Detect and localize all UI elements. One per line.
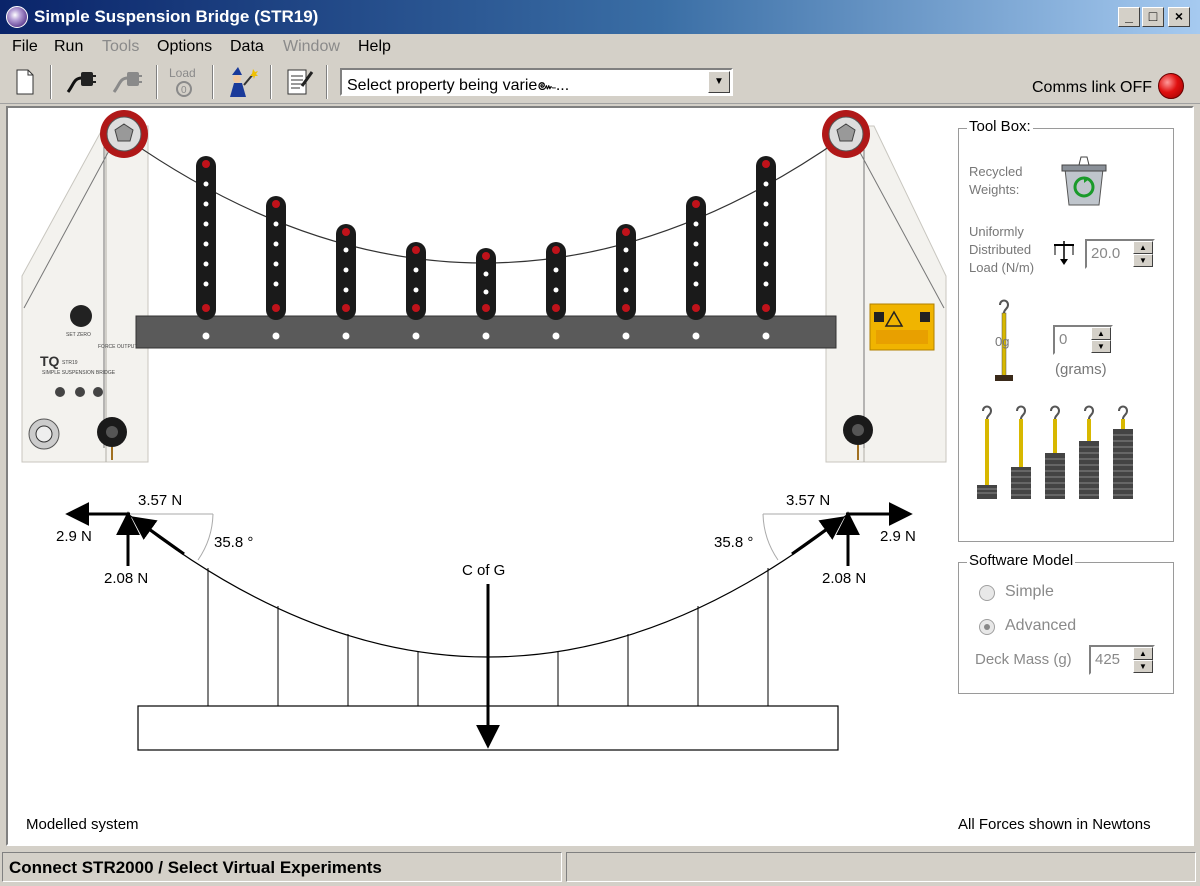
close-button[interactable]: × <box>1168 7 1190 27</box>
deck-mass-up-button[interactable]: ▲ <box>1133 647 1153 660</box>
connect-button[interactable] <box>64 65 98 99</box>
model-name-label: SIMPLE SUSPENSION BRIDGE <box>42 370 116 376</box>
left-horizontal-label: 2.9 N <box>56 528 92 545</box>
menu-bar: File Run Tools Options Data Window Help <box>0 34 1200 60</box>
toolbar-separator <box>270 65 272 99</box>
menu-run[interactable]: Run <box>54 38 83 56</box>
free-body-diagram <box>65 502 913 751</box>
wizard-icon <box>230 67 258 97</box>
status-bar: Connect STR2000 / Select Virtual Experim… <box>0 848 1200 886</box>
toolbar: Load 0 Select property being varie๛... ▼ <box>0 60 1200 104</box>
right-pulley <box>822 110 870 158</box>
load-icon: Load 0 <box>169 66 196 97</box>
modelled-system-label: Modelled system <box>26 816 139 833</box>
comms-status-label: Comms link OFF <box>1032 79 1152 96</box>
wizard-button[interactable] <box>224 65 258 99</box>
software-model-panel: Software Model Simple Advanced Deck Mass… <box>958 552 1174 694</box>
toolbar-separator <box>156 65 158 99</box>
main-canvas: SET ZERO FORCE OUTPUT TQ STR19 SIMPLE SU… <box>6 106 1194 846</box>
right-angle-arc <box>762 513 779 561</box>
app-icon <box>6 6 28 28</box>
left-angle-arc <box>197 513 214 561</box>
maximize-button[interactable]: □ <box>1142 7 1164 27</box>
deck-mass-value: 425 <box>1095 651 1121 668</box>
left-tension-force-arrow <box>131 516 185 556</box>
load-button[interactable]: Load 0 <box>166 65 200 99</box>
force-output-label: FORCE OUTPUT <box>98 344 137 350</box>
grams-unit-label: (grams) <box>1055 361 1107 378</box>
comms-indicator-led <box>1158 73 1184 99</box>
forces-note-label: All Forces shown in Newtons <box>958 816 1151 833</box>
udl-load-icon <box>1054 241 1074 265</box>
menu-data[interactable]: Data <box>230 38 264 56</box>
svg-text:TQ: TQ <box>40 353 60 369</box>
property-select[interactable]: Select property being varie๛... ▼ <box>340 68 733 96</box>
hanger-grams-stepper[interactable]: 0 ▲ ▼ <box>1053 325 1113 355</box>
plug-disconnect-icon <box>112 72 142 93</box>
deck-mass-label: Deck Mass (g) <box>975 651 1072 668</box>
status-message: Connect STR2000 / Select Virtual Experim… <box>2 852 562 882</box>
toolbar-separator <box>212 65 214 99</box>
notepad-edit-icon <box>287 69 314 95</box>
cog-label: C of G <box>462 562 506 579</box>
toolbox-panel: Tool Box: Recycled Weights: Uniformly Di… <box>958 118 1174 542</box>
simple-radio-label[interactable]: Simple <box>1005 583 1054 601</box>
window-title: Simple Suspension Bridge (STR19) <box>34 7 319 26</box>
right-horizontal-label: 2.9 N <box>880 528 916 545</box>
udl-up-button[interactable]: ▲ <box>1133 241 1153 254</box>
recycle-bin-icon[interactable] <box>1059 155 1109 209</box>
deck-mass-stepper[interactable]: 425 ▲ ▼ <box>1089 645 1155 675</box>
svg-text:0: 0 <box>181 85 187 96</box>
new-document-icon <box>16 69 34 95</box>
disconnect-button[interactable] <box>110 65 144 99</box>
menu-file[interactable]: File <box>12 38 38 56</box>
advanced-radio[interactable] <box>979 619 995 635</box>
weight-set-icons[interactable] <box>973 405 1163 505</box>
left-vertical-label: 2.08 N <box>104 570 149 587</box>
hanger-grams-value: 0 <box>1059 331 1068 348</box>
udl-value: 20.0 <box>1091 245 1121 262</box>
weight-hanger-2 <box>1011 405 1031 499</box>
bridge-apparatus-image: SET ZERO FORCE OUTPUT TQ STR19 SIMPLE SU… <box>21 110 947 463</box>
right-tension-force-arrow <box>791 516 845 556</box>
left-pulley <box>100 110 148 158</box>
left-angle-label: 35.8 ° <box>214 534 254 551</box>
recycled-weights-label: Recycled Weights: <box>969 164 1023 197</box>
advanced-radio-label[interactable]: Advanced <box>1005 617 1076 635</box>
minimize-button[interactable]: _ <box>1118 7 1140 27</box>
udl-value-stepper[interactable]: 20.0 ▲ ▼ <box>1085 239 1155 269</box>
toolbar-separator <box>326 65 328 99</box>
menu-options[interactable]: Options <box>157 38 212 56</box>
status-secondary <box>566 852 1196 882</box>
menu-tools[interactable]: Tools <box>102 38 139 56</box>
right-vertical-label: 2.08 N <box>822 570 867 587</box>
hanger-mass-label: 0g <box>995 334 1010 349</box>
plug-connect-icon <box>66 72 96 93</box>
udl-label: Uniformly Distributed Load (N/m) <box>969 224 1035 275</box>
new-button[interactable] <box>8 65 42 99</box>
udl-down-button[interactable]: ▼ <box>1133 254 1153 267</box>
right-angle-label: 35.8 ° <box>714 534 754 551</box>
set-zero-label: SET ZERO <box>66 332 91 338</box>
chevron-down-icon[interactable]: ▼ <box>708 71 730 93</box>
grams-up-button[interactable]: ▲ <box>1091 327 1111 340</box>
menu-help[interactable]: Help <box>358 38 391 56</box>
toolbar-separator <box>50 65 52 99</box>
simple-radio[interactable] <box>979 585 995 601</box>
weight-hanger-3 <box>1045 405 1065 499</box>
property-select-value: Select property being varie๛... <box>347 77 570 94</box>
model-number-label: STR19 <box>62 360 78 366</box>
left-tension-label: 3.57 N <box>138 492 183 509</box>
weight-hanger-1 <box>977 405 997 499</box>
hanger-rods <box>196 156 776 320</box>
software-model-title: Software Model <box>967 552 1076 569</box>
notes-button[interactable] <box>282 65 316 99</box>
deck-mass-down-button[interactable]: ▼ <box>1133 660 1153 673</box>
toolbox-title: Tool Box: <box>967 118 1033 135</box>
right-tension-label: 3.57 N <box>786 492 831 509</box>
title-bar: Simple Suspension Bridge (STR19) _ □ × <box>0 0 1200 34</box>
menu-window[interactable]: Window <box>283 38 340 56</box>
grams-down-button[interactable]: ▼ <box>1091 340 1111 353</box>
load-icon-label: Load <box>169 66 196 80</box>
